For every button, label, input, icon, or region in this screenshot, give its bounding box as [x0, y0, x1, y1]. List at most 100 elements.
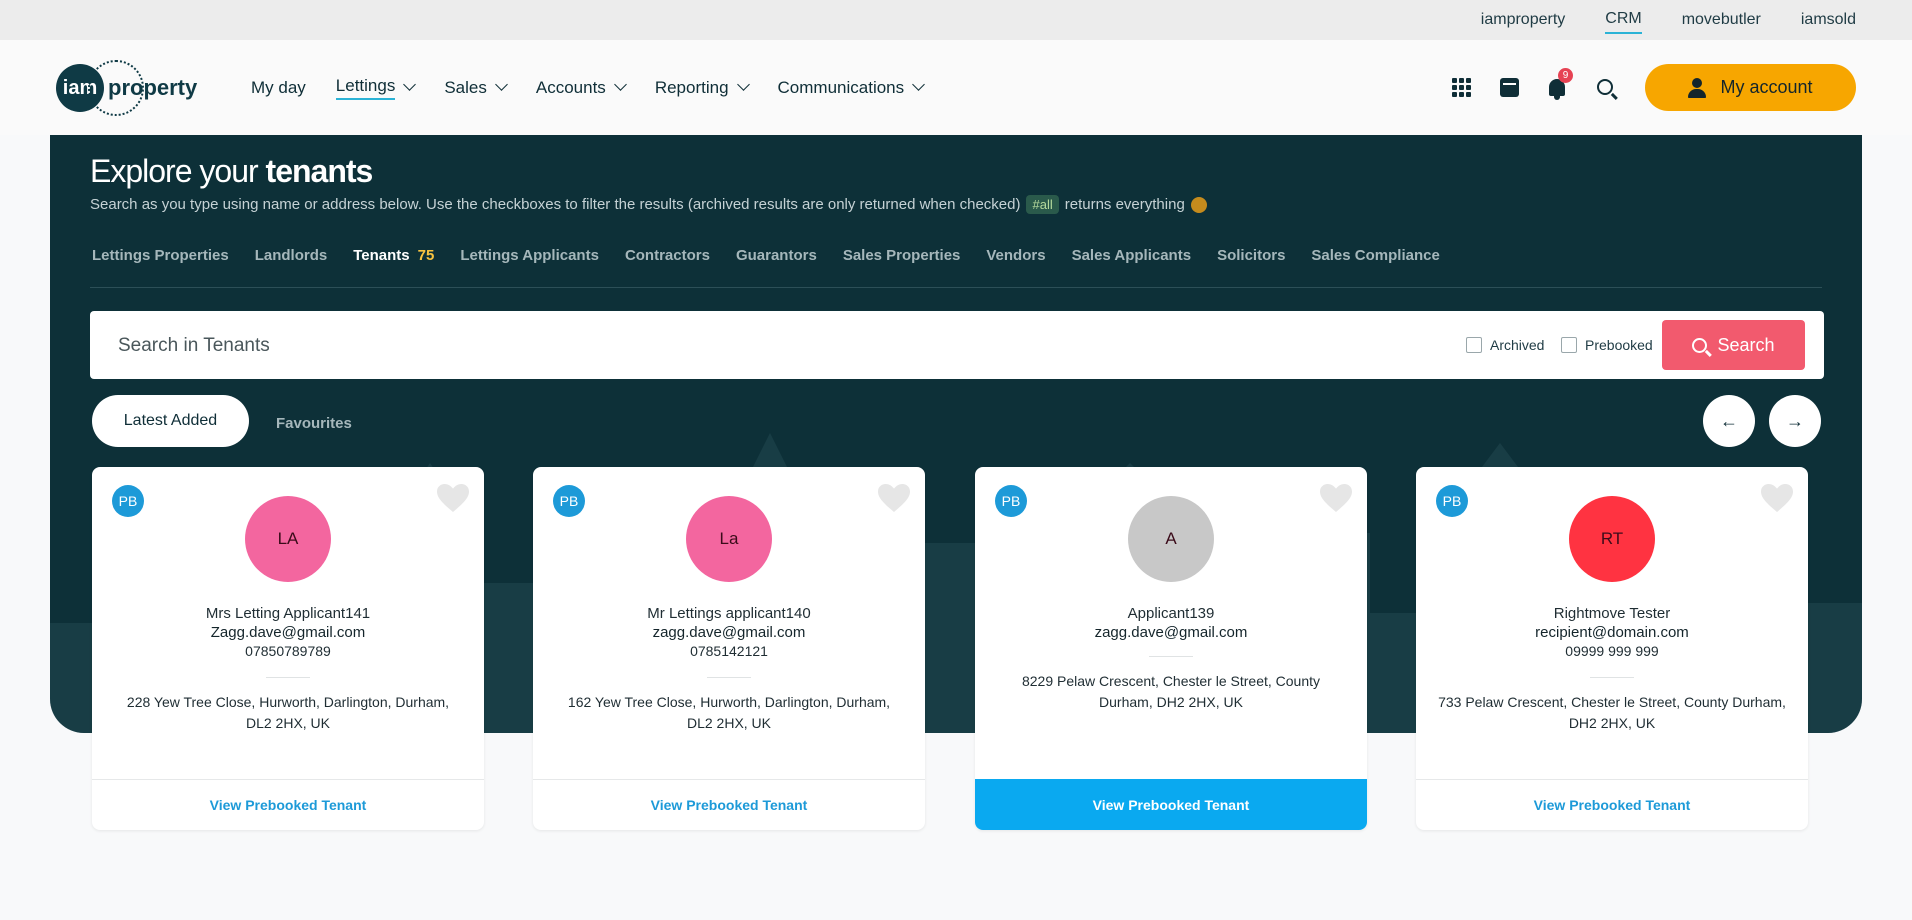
prev-button[interactable]: ←: [1703, 395, 1755, 447]
tenant-name: Applicant139: [1127, 605, 1215, 622]
bell-icon[interactable]: 9: [1546, 68, 1573, 100]
nav-communications[interactable]: Communications: [777, 77, 926, 98]
apps-grid-icon[interactable]: [1450, 76, 1472, 98]
wink-emoji-icon: [1190, 196, 1207, 213]
page-subtitle: Search as you type using name or address…: [90, 195, 1207, 214]
all-tag: #all: [1026, 195, 1059, 214]
tab-tenants[interactable]: Tenants 75: [353, 247, 434, 264]
search-button-label: Search: [1717, 334, 1775, 355]
tab-tenants-count: 75: [417, 247, 435, 264]
nav-accounts[interactable]: Accounts: [535, 77, 627, 98]
view-prebooked-tenant-button[interactable]: View Prebooked Tenant: [1416, 779, 1808, 830]
archived-checkbox[interactable]: Archived: [1466, 337, 1544, 353]
page-title: Explore your tenants: [90, 153, 373, 190]
nav-label: Reporting: [654, 77, 729, 97]
view-prebooked-tenant-button[interactable]: View Prebooked Tenant: [975, 779, 1367, 830]
search-button[interactable]: Search: [1662, 320, 1805, 370]
tab-lettings-properties[interactable]: Lettings Properties: [92, 247, 229, 264]
tab-sales-properties[interactable]: Sales Properties: [843, 247, 961, 264]
tenant-name: Mr Lettings applicant140: [647, 605, 811, 622]
chevron-down-icon: [736, 78, 750, 91]
search-bar: Archived Prebooked Search: [90, 311, 1824, 379]
tab-sales-compliance[interactable]: Sales Compliance: [1311, 247, 1439, 264]
notification-badge: 9: [1558, 68, 1573, 83]
top-links: iamproperty CRM movebutler iamsold: [1481, 0, 1856, 40]
tab-contractors[interactable]: Contractors: [625, 247, 710, 264]
toplink-movebutler[interactable]: movebutler: [1682, 7, 1761, 33]
entity-tabs: Lettings Properties Landlords Tenants 75 …: [92, 247, 1440, 264]
prebooked-badge: PB: [1436, 485, 1468, 517]
main-header: iam property My day Lettings Sales Accou…: [0, 40, 1912, 135]
tenant-phone: 09999 999 999: [1565, 643, 1659, 659]
card-divider: [1149, 656, 1193, 657]
view-prebooked-tenant-button[interactable]: View Prebooked Tenant: [533, 779, 925, 830]
search-icon[interactable]: [1594, 76, 1616, 98]
nav-label: Communications: [777, 77, 905, 97]
tenant-card[interactable]: PB LA Mrs Letting Applicant141 Zagg.dave…: [92, 467, 484, 830]
subtitle-after: returns everything: [1064, 196, 1185, 213]
search-icon: [1692, 337, 1708, 353]
tenant-email: zagg.dave@gmail.com: [1094, 624, 1248, 641]
tenant-address: 8229 Pelaw Crescent, Chester le Street, …: [1021, 673, 1321, 710]
avatar-initials: RT: [1600, 529, 1624, 548]
tenant-address: 162 Yew Tree Close, Hurworth, Darlington…: [567, 694, 891, 731]
latest-added-toggle[interactable]: Latest Added: [92, 395, 249, 447]
calendar-icon[interactable]: [1498, 76, 1520, 98]
tabs-divider: [90, 287, 1822, 288]
nav-lettings[interactable]: Lettings: [335, 76, 417, 100]
tenant-phone: 0785142121: [690, 643, 768, 659]
tab-solicitors[interactable]: Solicitors: [1217, 247, 1285, 264]
header-icons: 9: [1450, 68, 1616, 104]
nav-sales[interactable]: Sales: [444, 78, 508, 98]
chevron-down-icon: [403, 78, 417, 91]
archived-checkbox-box[interactable]: [1466, 337, 1482, 353]
top-strip: iamproperty CRM movebutler iamsold: [0, 0, 1912, 40]
my-account-button[interactable]: My account: [1645, 64, 1856, 111]
favourite-heart-icon[interactable]: [436, 483, 470, 513]
nav-my-day[interactable]: My day: [251, 78, 306, 98]
avatar: RT: [1569, 496, 1655, 582]
tenant-name: Mrs Letting Applicant141: [205, 605, 371, 622]
card-divider: [266, 677, 310, 678]
view-prebooked-tenant-button[interactable]: View Prebooked Tenant: [92, 779, 484, 830]
favourite-heart-icon[interactable]: [877, 483, 911, 513]
my-account-label: My account: [1720, 77, 1813, 97]
avatar: La: [686, 496, 772, 582]
tenant-card[interactable]: PB RT Rightmove Tester recipient@domain.…: [1416, 467, 1808, 830]
tab-vendors[interactable]: Vendors: [986, 247, 1045, 264]
prebooked-badge: PB: [553, 485, 585, 517]
tab-lettings-applicants[interactable]: Lettings Applicants: [460, 247, 599, 264]
prebooked-badge: PB: [995, 485, 1027, 517]
prebooked-badge: PB: [112, 485, 144, 517]
tenant-email: zagg.dave@gmail.com: [652, 624, 806, 641]
tenant-card[interactable]: PB A Applicant139 zagg.dave@gmail.com 82…: [975, 467, 1367, 830]
title-light: Explore your: [90, 153, 266, 189]
nav-label: Lettings: [335, 76, 396, 100]
avatar-initials: La: [719, 529, 739, 548]
toplink-iamproperty[interactable]: iamproperty: [1481, 7, 1565, 33]
arrow-left-icon: ←: [1720, 410, 1738, 431]
toplink-iamsold[interactable]: iamsold: [1801, 7, 1856, 33]
main-nav: My day Lettings Sales Accounts Reporting…: [251, 40, 926, 135]
toplink-crm[interactable]: CRM: [1605, 6, 1642, 34]
tenant-email: Zagg.dave@gmail.com: [210, 624, 366, 641]
next-button[interactable]: →: [1769, 395, 1821, 447]
avatar-initials: LA: [277, 529, 299, 548]
favourite-heart-icon[interactable]: [1319, 483, 1353, 513]
prebooked-checkbox[interactable]: Prebooked: [1561, 337, 1653, 353]
nav-label: Accounts: [535, 77, 606, 97]
archived-label: Archived: [1490, 337, 1545, 353]
logo[interactable]: iam property: [56, 60, 198, 116]
nav-reporting[interactable]: Reporting: [654, 77, 750, 98]
search-input[interactable]: [118, 330, 1218, 362]
avatar: LA: [245, 496, 331, 582]
tab-landlords[interactable]: Landlords: [255, 247, 328, 264]
chevron-down-icon: [613, 78, 627, 91]
tenant-card[interactable]: PB La Mr Lettings applicant140 zagg.dave…: [533, 467, 925, 830]
favourites-toggle[interactable]: Favourites: [276, 415, 352, 432]
favourite-heart-icon[interactable]: [1760, 483, 1794, 513]
tab-sales-applicants[interactable]: Sales Applicants: [1072, 247, 1192, 264]
logo-text: property: [108, 75, 198, 100]
tab-guarantors[interactable]: Guarantors: [736, 247, 817, 264]
prebooked-checkbox-box[interactable]: [1561, 337, 1577, 353]
